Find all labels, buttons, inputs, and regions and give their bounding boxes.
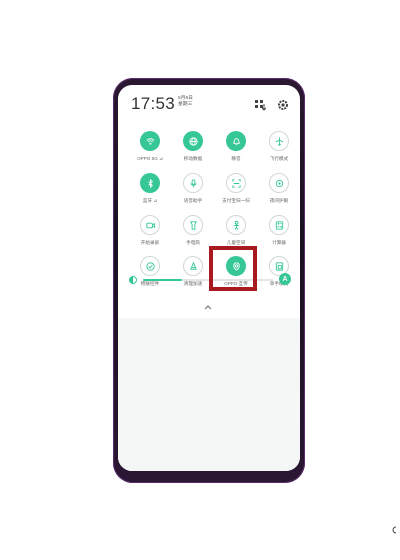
notification-area bbox=[118, 318, 300, 471]
quick-tile-label: OPPO 5G ⊿ bbox=[137, 156, 163, 161]
quick-tile-button[interactable] bbox=[269, 215, 289, 235]
quick-tile-button[interactable] bbox=[183, 173, 203, 193]
gear-icon[interactable] bbox=[277, 99, 289, 111]
quick-tile-button[interactable] bbox=[140, 131, 160, 151]
clock-time: 17:53 bbox=[131, 94, 176, 113]
quick-tile[interactable]: 飞行模式 bbox=[259, 131, 299, 175]
quick-tile[interactable]: 开始录屏 bbox=[130, 215, 170, 259]
weekday-text: 星期三 bbox=[178, 102, 193, 107]
quick-tile-button[interactable] bbox=[226, 215, 246, 235]
quick-tile[interactable]: 夜间护眼 bbox=[259, 173, 299, 217]
cleanup-icon bbox=[189, 261, 197, 270]
quick-tile[interactable]: 蓝牙 ⊿ bbox=[130, 173, 170, 217]
globe-icon bbox=[188, 136, 198, 146]
microphone-icon bbox=[189, 178, 197, 187]
quick-tile-label: 语音助手 bbox=[183, 198, 203, 203]
calculator-icon bbox=[275, 220, 283, 230]
quick-tile-label: 夜间护眼 bbox=[269, 198, 289, 203]
brightness-icon bbox=[129, 276, 137, 284]
quick-tile-label: 支付宝扫一扫 bbox=[222, 198, 250, 203]
screen-record-icon bbox=[145, 222, 155, 228]
flashlight-icon bbox=[189, 220, 197, 230]
quick-tile[interactable]: 计算器 bbox=[259, 215, 299, 259]
quick-tile-label: 移动数据 bbox=[183, 156, 203, 161]
airplane-icon bbox=[275, 136, 283, 146]
bluetooth-icon bbox=[147, 178, 153, 188]
quick-tile-button[interactable] bbox=[226, 131, 246, 151]
eye-care-icon bbox=[275, 179, 283, 187]
quick-tile-button[interactable] bbox=[183, 215, 203, 235]
status-header: 17:53 5月6日 星期三 bbox=[118, 85, 300, 121]
quick-tile-button[interactable] bbox=[226, 173, 246, 193]
kids-space-icon bbox=[233, 220, 239, 230]
quick-tile-label: 蓝牙 ⊿ bbox=[142, 198, 158, 203]
quick-tile-button[interactable] bbox=[140, 215, 160, 235]
auto-brightness-button[interactable]: A bbox=[279, 273, 291, 285]
quick-tile[interactable]: 支付宝扫一扫 bbox=[216, 173, 256, 217]
quick-tile[interactable]: 语音助手 bbox=[173, 173, 213, 217]
date-block: 5月6日 星期三 bbox=[178, 96, 193, 108]
quick-tile[interactable]: 手电筒 bbox=[173, 215, 213, 259]
quick-tile-button[interactable] bbox=[140, 173, 160, 193]
quick-tile-label: 计算器 bbox=[272, 240, 286, 245]
quick-tile-label: 飞行模式 bbox=[269, 156, 289, 161]
bell-icon bbox=[232, 137, 240, 145]
brightness-slider-fill bbox=[143, 279, 182, 281]
wifi-icon bbox=[146, 137, 154, 145]
highlight-box bbox=[209, 246, 257, 291]
edit-tiles-icon[interactable] bbox=[254, 99, 266, 111]
quick-tile-button[interactable] bbox=[269, 131, 289, 151]
iot-icon bbox=[145, 261, 155, 271]
quick-tile[interactable]: 移动数据 bbox=[173, 131, 213, 175]
corner-mark-icon bbox=[392, 526, 397, 534]
quick-tile[interactable]: OPPO 5G ⊿ bbox=[130, 131, 170, 175]
quick-tile[interactable]: 静音 bbox=[216, 131, 256, 175]
chevron-up-icon[interactable] bbox=[203, 303, 213, 311]
quick-tile-label: 手电筒 bbox=[186, 240, 200, 245]
scan-icon bbox=[231, 178, 241, 188]
one-hand-icon bbox=[275, 261, 283, 271]
quick-tile-label: 开始录屏 bbox=[140, 240, 160, 245]
quick-tile-button[interactable] bbox=[269, 173, 289, 193]
quick-tile-button[interactable] bbox=[183, 131, 203, 151]
quick-tile-label: 静音 bbox=[231, 156, 241, 161]
